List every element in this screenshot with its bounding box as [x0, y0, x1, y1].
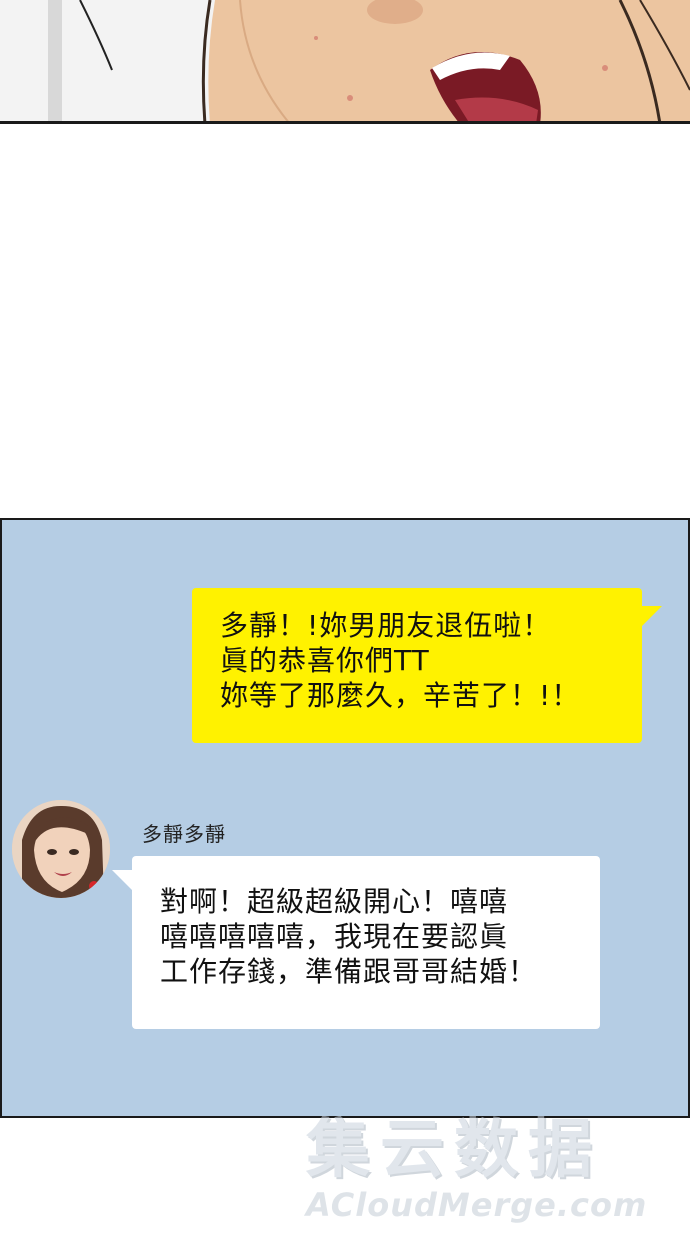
watermark: 集云数据 ACloudMerge.com: [300, 1098, 680, 1228]
face-illustration: [0, 0, 690, 121]
outgoing-line-1: 多靜！!妳男朋友退伍啦！: [220, 609, 552, 642]
watermark-chinese: 集云数据: [306, 1113, 602, 1187]
avatar-illustration: [12, 800, 110, 898]
outgoing-line-3: 妳等了那麼久，辛苦了！!！: [220, 679, 581, 712]
sender-name: 多靜多靜: [142, 822, 226, 846]
outgoing-line-2: 眞的恭喜你們TT: [220, 644, 430, 677]
sender-avatar: [12, 800, 110, 898]
incoming-line-1: 對啊！超級超級開心！嘻嘻: [160, 885, 509, 918]
bubble-tail: [640, 606, 662, 628]
comic-panel-top: [0, 0, 690, 124]
incoming-line-2: 嘻嘻嘻嘻嘻，我現在要認眞: [160, 920, 509, 953]
bubble-tail: [112, 870, 134, 892]
chat-panel: 多靜！!妳男朋友退伍啦！ 眞的恭喜你們TT 妳等了那麼久，辛苦了！!！ 多靜多靜…: [0, 518, 690, 1118]
incoming-line-3: 工作存錢，準備跟哥哥結婚！: [160, 955, 538, 988]
incoming-message-bubble: 對啊！超級超級開心！嘻嘻 嘻嘻嘻嘻嘻，我現在要認眞 工作存錢，準備跟哥哥結婚！: [112, 856, 600, 1029]
watermark-english: ACloudMerge.com: [306, 1186, 648, 1224]
outgoing-message-bubble: 多靜！!妳男朋友退伍啦！ 眞的恭喜你們TT 妳等了那麼久，辛苦了！!！: [192, 588, 662, 743]
